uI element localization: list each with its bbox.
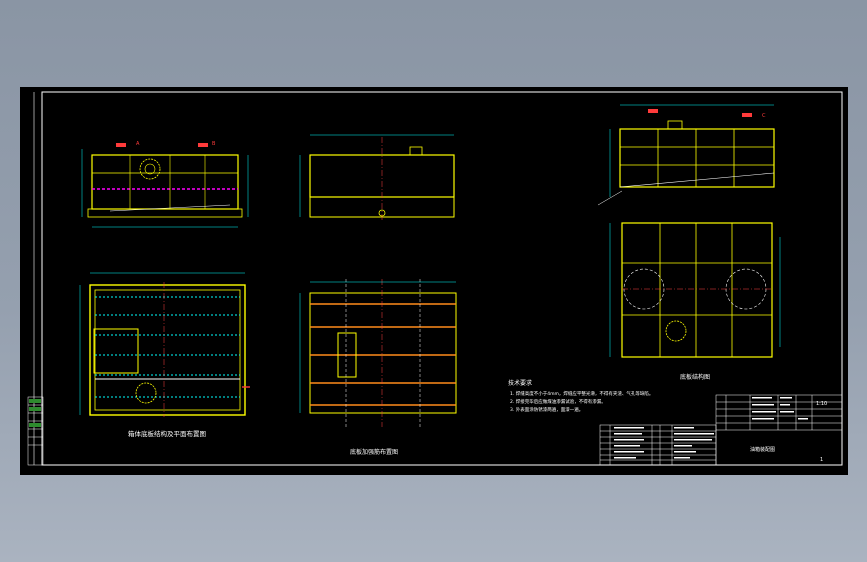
stiffener-view-middle[interactable]: [299, 279, 457, 427]
revision-strip: [27, 396, 44, 466]
elevation-view-right[interactable]: [597, 104, 775, 206]
note-1: 1. 焊缝高度不小于4mm，焊缝应平整光滑，不得有夹渣、气孔等缺陷。: [510, 390, 653, 397]
front-view-left[interactable]: [81, 143, 249, 228]
note-2: 2. 焊接完毕后应做煤油渗漏试验，不得有渗漏。: [510, 398, 606, 405]
view-caption-bottom-left: 箱体底板结构及平面布置图: [128, 429, 206, 438]
sheet-number: 1: [820, 457, 823, 463]
view-caption-right: 底板结构图: [680, 373, 710, 381]
view-caption-bottom-middle: 底板加强筋布置图: [350, 448, 398, 456]
plan-view-left[interactable]: [79, 272, 250, 417]
cad-drawing-sheet[interactable]: 箱体底板结构及平面布置图 底板加强筋布置图 底板结构图 技术要求 1. 焊缝高度…: [20, 87, 848, 475]
drawing-svg: 箱体底板结构及平面布置图 底板加强筋布置图 底板结构图 技术要求 1. 焊缝高度…: [27, 91, 843, 466]
section-tag-b: B: [212, 141, 216, 147]
note-3: 3. 外表面涂防锈漆两遍，面漆一遍。: [510, 406, 583, 413]
notes-title: 技术要求: [508, 379, 532, 387]
scale-label: 1:10: [816, 401, 827, 407]
bottom-structure-view-right[interactable]: [609, 222, 781, 358]
drawing-title: 油箱装配图: [750, 446, 775, 453]
section-tag-a: A: [136, 141, 140, 147]
side-view-middle[interactable]: [299, 134, 455, 222]
technical-notes: 技术要求 1. 焊缝高度不小于4mm，焊缝应平整光滑，不得有夹渣、气孔等缺陷。 …: [508, 379, 653, 413]
section-tag-c: C: [762, 113, 766, 119]
